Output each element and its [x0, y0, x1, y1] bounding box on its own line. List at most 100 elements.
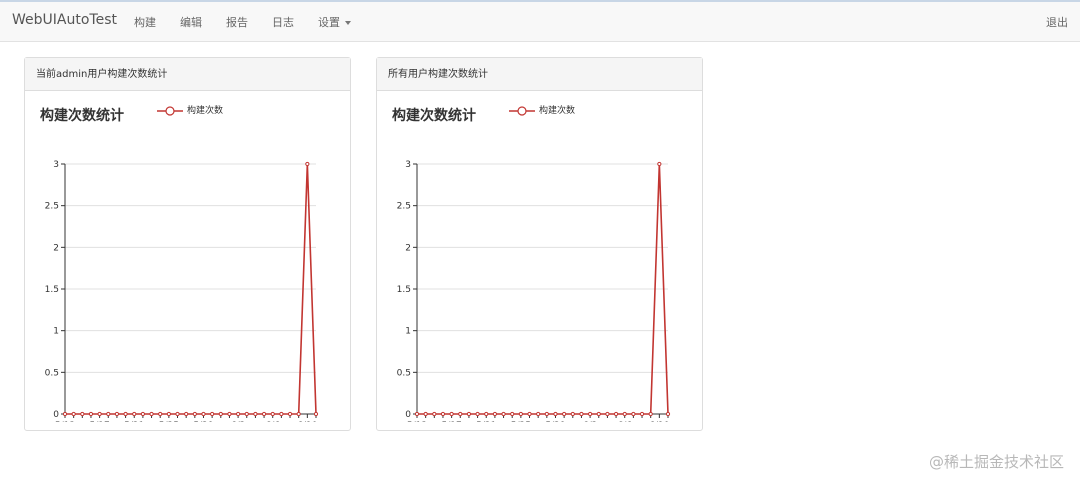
- data-point: [218, 411, 223, 417]
- data-point: [570, 411, 575, 417]
- data-point: [210, 411, 215, 417]
- y-tick-label: 0: [405, 410, 411, 420]
- navbar: WebUIAutoTest 构建 编辑 报告 日志 设置 退出: [0, 2, 1080, 42]
- x-tick-label: 6/6: [617, 421, 632, 422]
- x-tick-label: 6/2: [231, 421, 245, 422]
- data-point: [423, 411, 428, 417]
- data-point: [305, 161, 310, 167]
- data-point: [648, 411, 653, 417]
- x-tick-label: 5/25: [511, 421, 531, 422]
- y-tick-label: 2.5: [45, 202, 59, 212]
- settings-label: 设置: [318, 16, 340, 29]
- data-point: [466, 411, 472, 417]
- data-point: [501, 411, 506, 417]
- data-point: [484, 411, 489, 417]
- y-tick-label: 1.5: [45, 285, 59, 295]
- data-point: [192, 411, 197, 417]
- data-point: [158, 411, 163, 417]
- x-tick-label: 5/13: [55, 421, 75, 422]
- data-point: [114, 411, 120, 417]
- data-point: [313, 411, 319, 417]
- data-point: [279, 411, 284, 417]
- data-point: [536, 411, 541, 417]
- line-chart: 0 0.5 1 1.5 2 2.5 3 5/13 5/17 5/21 5/25 5/29 6/2 6/6 6…: [397, 160, 671, 422]
- data-point: [527, 411, 532, 417]
- data-point: [123, 411, 128, 417]
- data-point: [449, 411, 454, 417]
- data-point: [518, 411, 523, 417]
- nav-item-edit[interactable]: 编辑: [180, 14, 202, 30]
- x-tick-label: 6/10: [649, 421, 669, 422]
- y-tick-label: 3: [405, 160, 411, 170]
- data-point: [510, 411, 515, 417]
- data-point: [665, 411, 671, 417]
- x-tick-label: 5/13: [407, 421, 427, 422]
- x-tick-label: 6/2: [583, 421, 597, 422]
- data-point: [132, 411, 137, 417]
- data-point: [605, 411, 610, 417]
- panel-all-builds: 所有用户构建次数统计 构建次数统计 构建次数 00.511.522.535/13…: [376, 57, 703, 431]
- nav-item-report[interactable]: 报告: [226, 14, 248, 30]
- y-tick-label: 1: [405, 327, 411, 337]
- data-point: [80, 411, 85, 417]
- data-point: [62, 411, 68, 417]
- data-point: [261, 411, 267, 417]
- x-tick-label: 5/17: [442, 421, 462, 422]
- brand-link[interactable]: WebUIAutoTest: [12, 12, 117, 28]
- x-tick-label: 5/29: [545, 421, 565, 422]
- data-point: [140, 411, 145, 417]
- data-point: [253, 411, 258, 417]
- line-chart: 0 0.5 1 1.5 2 2.5 3 5/13 5/17 5/21 5/25 5/29 6/2 6/6 6…: [45, 160, 319, 422]
- logout-link[interactable]: 退出: [1046, 14, 1068, 30]
- panel-heading: 当前admin用户构建次数统计: [25, 58, 350, 91]
- panel-heading: 所有用户构建次数统计: [377, 58, 702, 91]
- y-tick-label: 2.5: [397, 202, 411, 212]
- panel-admin-builds: 当前admin用户构建次数统计 构建次数统计 构建次数 0 0.5 1 1.5 2 2.5…: [24, 57, 351, 431]
- x-tick-label: 5/17: [90, 421, 110, 422]
- x-tick-label: 5/29: [193, 421, 213, 422]
- data-point: [588, 411, 593, 417]
- data-point: [97, 411, 102, 417]
- data-point: [201, 411, 206, 417]
- data-point: [175, 411, 180, 417]
- x-tick-label: 6/10: [297, 421, 317, 422]
- data-point: [432, 411, 437, 417]
- data-point: [579, 411, 584, 417]
- y-tick-label: 1: [53, 327, 59, 337]
- data-point: [553, 411, 558, 417]
- data-point: [622, 411, 627, 417]
- data-point: [287, 411, 293, 417]
- data-point: [639, 411, 645, 417]
- watermark: @稀土掘金技术社区: [928, 453, 1064, 471]
- y-tick-label: 0.5: [45, 368, 59, 378]
- data-point: [166, 411, 171, 417]
- y-tick-label: 2: [405, 243, 411, 253]
- data-point: [657, 161, 662, 167]
- y-tick-label: 1.5: [397, 285, 411, 295]
- data-point: [458, 411, 463, 417]
- data-point: [562, 411, 567, 417]
- y-tick-label: 2: [53, 243, 59, 253]
- nav-item-log[interactable]: 日志: [272, 14, 294, 30]
- data-point: [184, 411, 189, 417]
- data-point: [296, 411, 301, 417]
- data-point: [596, 411, 601, 417]
- nav-item-settings[interactable]: 设置: [318, 14, 351, 30]
- data-point: [227, 411, 232, 417]
- data-point: [631, 411, 636, 417]
- data-point: [88, 411, 94, 417]
- data-point: [544, 411, 549, 417]
- x-tick-label: 5/25: [159, 421, 179, 422]
- x-tick-label: 5/21: [124, 421, 144, 422]
- x-tick-label: 6/6: [265, 421, 280, 422]
- data-point: [613, 411, 619, 417]
- data-point: [475, 411, 480, 417]
- x-tick-label: 5/21: [476, 421, 496, 422]
- data-point: [270, 411, 275, 417]
- nav-item-build[interactable]: 构建: [134, 14, 156, 30]
- data-point: [414, 411, 420, 417]
- y-tick-label: 0.5: [397, 368, 411, 378]
- y-tick-label: 0: [53, 410, 59, 420]
- caret-down-icon: [345, 21, 351, 25]
- data-point: [492, 411, 497, 417]
